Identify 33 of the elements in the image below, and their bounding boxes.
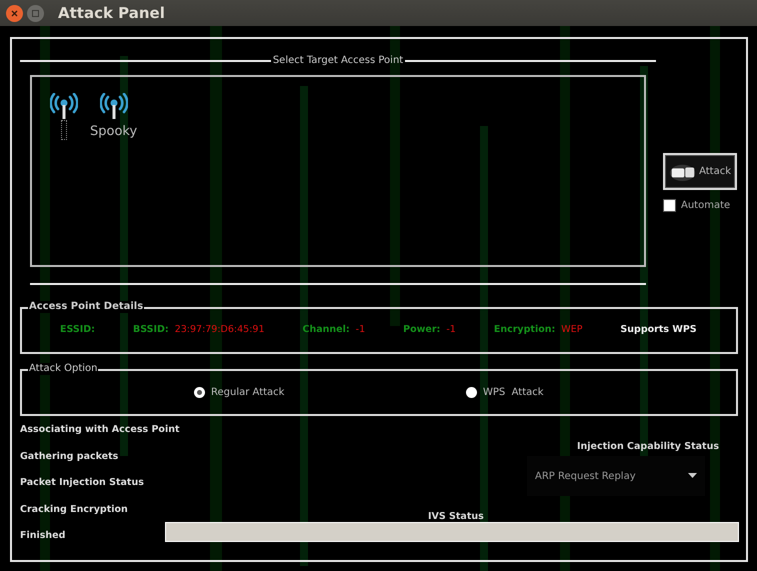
access-point-name: Spooky — [90, 123, 138, 141]
access-point-item[interactable]: Spooky — [90, 93, 138, 142]
automate-checkbox[interactable] — [663, 199, 676, 212]
attack-button[interactable]: Attack — [663, 153, 737, 190]
focus-indicator — [61, 120, 67, 140]
detail-field: Power: -1 — [403, 323, 456, 338]
detail-field: BSSID: 23:97:79:D6:45:91 — [132, 323, 264, 338]
attack-type-dropdown[interactable]: ARP Request Replay — [527, 456, 705, 496]
panel-title: Attack Option — [28, 363, 98, 375]
panel-title: Access Point Details — [28, 301, 144, 313]
caret-icon — [688, 473, 697, 479]
section-title: Select Target Access Point — [272, 54, 404, 68]
step-label: Cracking Encryption — [20, 504, 129, 516]
maximize-icon — [32, 10, 39, 16]
injection-status-label: Injection Capability Status — [577, 440, 719, 454]
step-label: Gathering packets — [20, 450, 120, 463]
detail-field: Channel: -1 — [302, 323, 366, 338]
step-label: Finished — [20, 530, 66, 542]
step-label: Associating with Access Point — [20, 424, 180, 436]
close-button[interactable] — [6, 4, 23, 22]
wifi-antenna-icon — [100, 93, 128, 119]
wps-support-label: Supports WPS — [620, 323, 697, 338]
attack-option-radio[interactable]: WPS Attack — [466, 385, 544, 400]
wifi-antenna-icon — [50, 93, 78, 119]
detail-field: ESSID: — [60, 323, 95, 338]
detail-field: Encryption: WEP — [494, 323, 582, 338]
window-title: Attack Panel — [58, 2, 165, 24]
close-icon — [11, 10, 18, 16]
access-point-item[interactable] — [48, 93, 80, 140]
step-label: Packet Injection Status — [20, 477, 145, 490]
attack-option-radio[interactable]: Regular Attack — [194, 385, 284, 400]
ivs-status-label: IVS Status — [428, 510, 484, 524]
automate-label: Automate — [681, 199, 730, 213]
